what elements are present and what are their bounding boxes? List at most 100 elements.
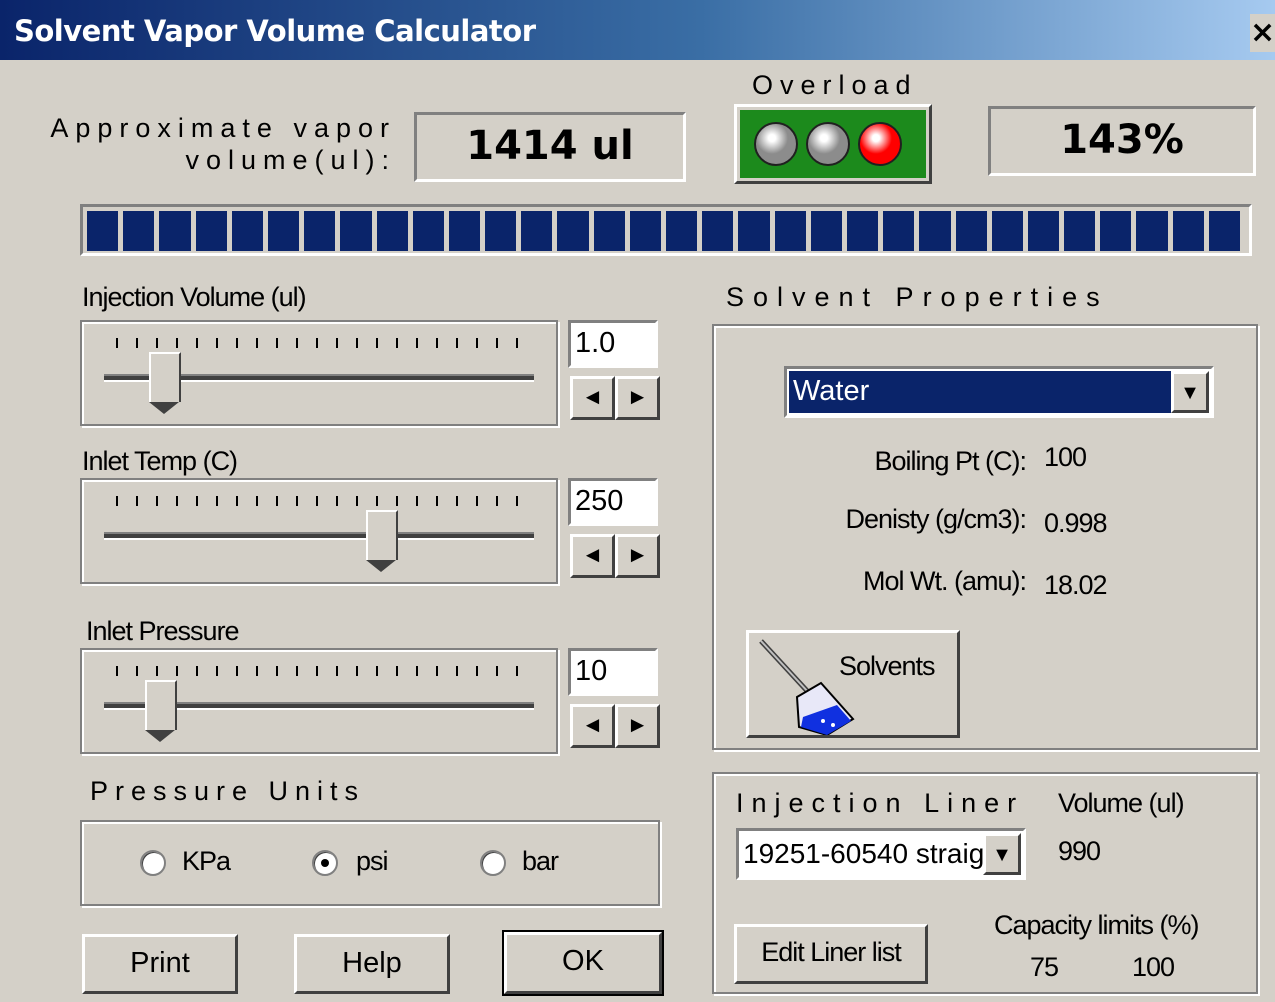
overload-percent-readout: 143% <box>988 106 1256 176</box>
bar-label[interactable]: bar <box>522 846 559 877</box>
slider-ticks <box>116 666 526 676</box>
boiling-point-value: 100 <box>1044 442 1087 472</box>
injection-liner-group: Injection Liner Volume (ul) 19251-60540 … <box>712 772 1258 994</box>
inlet-pressure-label: Inlet Pressure <box>86 616 240 646</box>
vapor-volume-label-line2: volume(ul): <box>185 145 396 175</box>
progress-segment <box>159 211 191 251</box>
decrement-button[interactable]: ◄ <box>570 534 615 578</box>
progress-segment <box>87 211 119 251</box>
psi-radio[interactable] <box>312 850 338 876</box>
solvents-button-label: Solvents <box>839 651 936 681</box>
kpa-radio[interactable] <box>140 850 166 876</box>
overload-light-1 <box>754 122 798 166</box>
capacity-limits-label: Capacity limits (%) <box>994 910 1200 940</box>
overload-light-3 <box>858 122 902 166</box>
chevron-down-icon[interactable]: ▼ <box>983 833 1021 875</box>
inlet-temp-spinner[interactable]: ◄ ► <box>570 534 660 578</box>
progress-segment <box>919 211 951 251</box>
progress-segment <box>1064 211 1096 251</box>
injection-volume-label: Injection Volume (ul) <box>82 282 307 312</box>
progress-segment <box>1100 211 1132 251</box>
decrement-button[interactable]: ◄ <box>570 704 615 748</box>
inlet-pressure-spinner[interactable]: ◄ ► <box>570 704 660 748</box>
solvents-button[interactable]: Solvents <box>746 630 960 738</box>
mol-wt-value: 18.02 <box>1044 570 1108 600</box>
bar-radio[interactable] <box>480 850 506 876</box>
slider-ticks <box>116 496 526 506</box>
capacity-high-value: 100 <box>1132 952 1175 982</box>
progress-segment <box>702 211 734 251</box>
solvent-properties-label: Solvent Properties <box>726 282 1109 312</box>
progress-segment <box>846 211 879 251</box>
decrement-button[interactable]: ◄ <box>570 376 615 420</box>
liner-dropdown[interactable]: 19251-60540 straig ▼ <box>736 828 1026 880</box>
inlet-pressure-field[interactable]: 10 <box>568 648 658 696</box>
progress-segment <box>810 211 842 251</box>
chevron-down-icon[interactable]: ▼ <box>1171 371 1209 413</box>
increment-button[interactable]: ► <box>615 376 660 420</box>
overload-light-2 <box>806 122 850 166</box>
liner-selected: 19251-60540 straig <box>743 838 983 869</box>
progress-segment <box>231 211 263 251</box>
progress-segment <box>666 211 698 251</box>
liner-volume-value: 990 <box>1058 836 1101 866</box>
progress-segment <box>485 211 517 251</box>
overload-label: Overload <box>752 70 918 100</box>
injection-volume-slider-thumb[interactable] <box>149 352 182 414</box>
slider-ticks <box>116 338 526 348</box>
progress-segment <box>991 211 1023 251</box>
progress-segment <box>1136 211 1168 251</box>
increment-button[interactable]: ► <box>615 534 660 578</box>
inlet-temp-label: Inlet Temp (C) <box>82 446 238 476</box>
progress-segment <box>304 211 336 251</box>
vapor-volume-label: Approximate vapor volume(ul): <box>36 112 396 176</box>
progress-segment <box>629 211 661 251</box>
progress-segment <box>521 211 553 251</box>
edit-liner-list-button[interactable]: Edit Liner list <box>734 924 928 984</box>
capacity-low-value: 75 <box>1030 952 1059 982</box>
flask-icon <box>759 639 855 735</box>
liner-volume-label: Volume (ul) <box>1058 788 1185 818</box>
progress-segment <box>195 211 227 251</box>
print-button[interactable]: Print <box>82 934 238 994</box>
pressure-units-label: Pressure Units <box>90 776 366 806</box>
inlet-temp-slider[interactable] <box>80 478 558 584</box>
ok-button[interactable]: OK <box>502 930 664 996</box>
vapor-volume-label-line1: Approximate vapor <box>50 113 396 143</box>
inlet-pressure-slider-thumb[interactable] <box>145 680 177 742</box>
density-label: Denisty (g/cm3): <box>845 504 1027 534</box>
window-title: Solvent Vapor Volume Calculator <box>14 14 536 48</box>
kpa-label[interactable]: KPa <box>182 846 231 877</box>
injection-liner-label: Injection Liner <box>736 788 1025 818</box>
psi-label[interactable]: psi <box>356 846 389 877</box>
help-button[interactable]: Help <box>294 934 450 994</box>
inlet-temp-field[interactable]: 250 <box>568 478 658 526</box>
progress-segment <box>412 211 444 251</box>
boiling-point-label: Boiling Pt (C): <box>874 446 1027 476</box>
injection-volume-field[interactable]: 1.0 <box>568 320 658 368</box>
progress-segment <box>774 211 806 251</box>
progress-segment <box>340 211 372 251</box>
solvent-selected: Water <box>789 371 1173 413</box>
injection-volume-slider[interactable] <box>80 320 558 426</box>
inlet-pressure-slider[interactable] <box>80 648 558 754</box>
progress-segment <box>1027 211 1060 251</box>
inlet-temp-slider-thumb[interactable] <box>366 510 399 572</box>
increment-button[interactable]: ► <box>615 704 660 748</box>
mol-wt-label: Mol Wt. (amu): <box>862 566 1027 596</box>
progress-segment <box>593 211 625 251</box>
vapor-volume-readout: 1414 ul <box>414 112 686 182</box>
progress-segment <box>123 211 155 251</box>
density-value: 0.998 <box>1044 508 1108 538</box>
solvent-dropdown[interactable]: Water ▼ <box>784 366 1214 418</box>
progress-segment <box>883 211 915 251</box>
progress-segment <box>267 211 300 251</box>
pressure-units-group: KPa psi bar <box>80 820 660 906</box>
overload-indicator <box>734 104 932 184</box>
progress-segment <box>448 211 481 251</box>
slider-track <box>104 532 534 540</box>
vapor-progress-bar <box>80 204 1252 256</box>
progress-segment <box>1208 211 1240 251</box>
injection-volume-spinner[interactable]: ◄ ► <box>570 376 660 420</box>
close-button[interactable]: × <box>1250 14 1275 52</box>
